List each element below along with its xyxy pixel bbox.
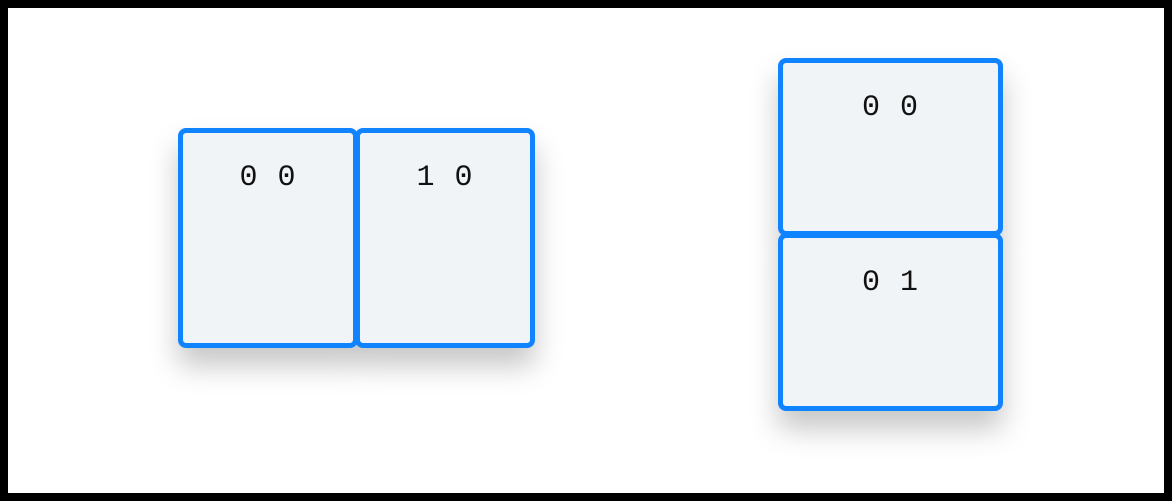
card-label: 0 0 xyxy=(239,161,296,195)
grid-cell-card: 1 0 xyxy=(355,128,535,348)
diagram-canvas: 0 0 1 0 0 0 0 1 xyxy=(8,8,1164,493)
grid-cell-card: 0 1 xyxy=(778,233,1003,411)
card-group-vertical: 0 0 0 1 xyxy=(778,58,1003,411)
card-label: 0 1 xyxy=(862,266,919,300)
card-group-horizontal: 0 0 1 0 xyxy=(178,128,535,348)
card-label: 1 0 xyxy=(416,161,473,195)
grid-cell-card: 0 0 xyxy=(178,128,358,348)
card-label: 0 0 xyxy=(862,91,919,125)
grid-cell-card: 0 0 xyxy=(778,58,1003,236)
